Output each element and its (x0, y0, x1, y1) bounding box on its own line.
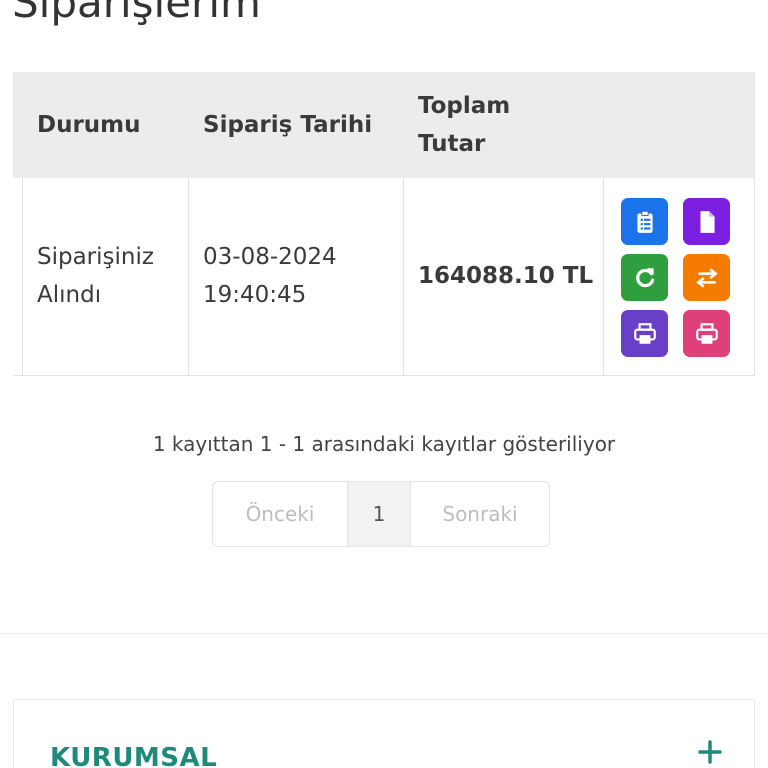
page-number-button[interactable]: 1 (347, 482, 411, 546)
print-invoice-button[interactable] (683, 310, 730, 357)
return-exchange-button[interactable] (683, 254, 730, 301)
clipboard-list-icon (636, 210, 653, 233)
order-status-line2: Alındı (37, 282, 102, 308)
section-divider (0, 633, 768, 634)
row-left-border (22, 178, 23, 376)
plus-icon[interactable] (696, 738, 724, 766)
column-divider (188, 178, 189, 376)
table-header: Durumu Sipariş Tarihi Toplam Tutar (13, 72, 755, 178)
pagination: Önceki 1 Sonraki (212, 481, 550, 547)
reorder-button[interactable] (621, 254, 668, 301)
order-detail-button[interactable] (621, 198, 668, 245)
pagination-info: 1 kayıttan 1 - 1 arasındaki kayıtlar gös… (152, 432, 616, 456)
next-page-button[interactable]: Sonraki (411, 482, 549, 546)
column-divider (603, 178, 604, 376)
order-total-cell: 164088.10 TL (418, 263, 594, 289)
page-title: Siparişlerim (12, 0, 261, 27)
print-icon (695, 322, 718, 344)
table-row: Siparişiniz Alındı 03-08-2024 19:40:45 1… (13, 178, 755, 376)
order-time: 19:40:45 (203, 282, 307, 308)
column-header-date[interactable]: Sipariş Tarihi (203, 106, 372, 144)
previous-page-button[interactable]: Önceki (213, 482, 347, 546)
order-document-button[interactable] (683, 198, 730, 245)
column-header-total-line2: Tutar (418, 131, 486, 157)
print-order-button[interactable] (621, 310, 668, 357)
order-date: 03-08-2024 (203, 244, 337, 270)
refresh-icon (635, 267, 654, 287)
orders-table: Durumu Sipariş Tarihi Toplam Tutar Sipar… (13, 72, 755, 376)
order-status-line1: Siparişiniz (37, 244, 154, 270)
column-header-total-line1: Toplam (418, 93, 511, 119)
footer-section-title: KURUMSAL (50, 743, 218, 768)
column-header-total[interactable]: Toplam Tutar (418, 87, 578, 163)
exchange-icon (695, 267, 718, 288)
column-header-status[interactable]: Durumu (37, 106, 141, 144)
column-divider (403, 178, 404, 376)
order-actions (621, 198, 733, 358)
print-icon (633, 322, 656, 344)
order-status-cell: Siparişiniz Alındı (37, 238, 154, 314)
footer-accordion-kurumsal[interactable]: KURUMSAL (13, 699, 755, 768)
document-icon (700, 210, 715, 233)
order-date-cell: 03-08-2024 19:40:45 (203, 238, 337, 314)
